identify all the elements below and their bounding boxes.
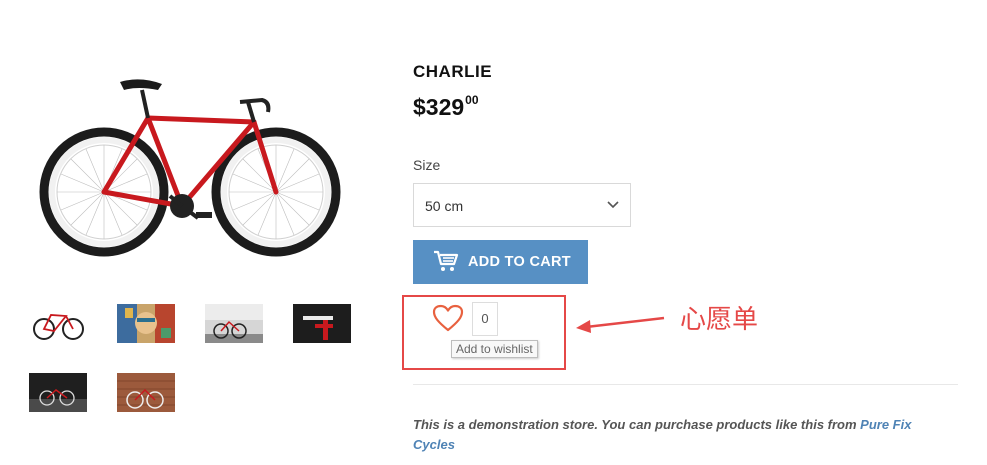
thumbnail-5[interactable] (29, 373, 87, 412)
thumbnail-2[interactable] (117, 304, 175, 343)
product-main-image (30, 60, 350, 270)
thumbnail-6[interactable] (117, 373, 175, 412)
chevron-down-icon (606, 198, 620, 217)
thumbnail-4[interactable] (293, 304, 351, 343)
product-title: CHARLIE (413, 62, 493, 81)
description-text: This is a demonstration store. You can p… (413, 417, 861, 432)
product-price: $32900 (413, 93, 479, 121)
add-to-cart-button[interactable]: ADD TO CART (413, 240, 588, 284)
size-label: Size (413, 157, 441, 173)
divider (413, 384, 958, 385)
price-cents: 00 (465, 93, 479, 107)
annotation-label: 心愿单 (680, 305, 759, 335)
wishlist-tooltip: Add to wishlist (451, 340, 538, 358)
heart-icon[interactable] (432, 304, 464, 337)
add-to-cart-label: ADD TO CART (468, 254, 571, 270)
product-description: This is a demonstration store. You can p… (413, 415, 953, 455)
size-select-value: 50 cm (425, 198, 464, 214)
thumbnail-1[interactable] (29, 304, 87, 343)
thumbnail-3[interactable] (205, 304, 263, 343)
arrow-icon (574, 312, 666, 343)
wishlist-count: 0 (472, 302, 498, 336)
size-select[interactable]: 50 cm (413, 183, 631, 227)
cart-icon (433, 250, 459, 277)
price-main: $329 (413, 94, 465, 120)
